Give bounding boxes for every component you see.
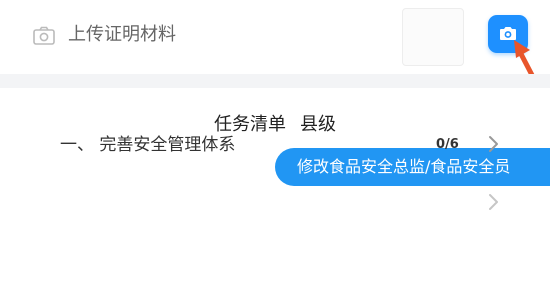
upload-proof-bar: 上传证明材料 — [0, 0, 550, 74]
section-divider — [0, 74, 550, 88]
task-row-next[interactable] — [0, 176, 550, 232]
chevron-right-icon — [486, 134, 500, 154]
camera-outline-icon — [32, 24, 56, 48]
task-row-label: 一、 完善安全管理体系 — [60, 135, 236, 155]
page: 上传证明材料 任务清单 县级 修改食品安全总监/食品安全员 一、 完善安全管理体系… — [0, 0, 550, 299]
upload-preview-slot[interactable] — [402, 8, 464, 66]
upload-proof-label: 上传证明材料 — [68, 24, 176, 45]
chevron-right-icon — [486, 192, 500, 212]
task-row-safety-management[interactable]: 一、 完善安全管理体系 0/6 — [0, 118, 550, 174]
task-row-progress: 0/6 — [436, 137, 459, 152]
